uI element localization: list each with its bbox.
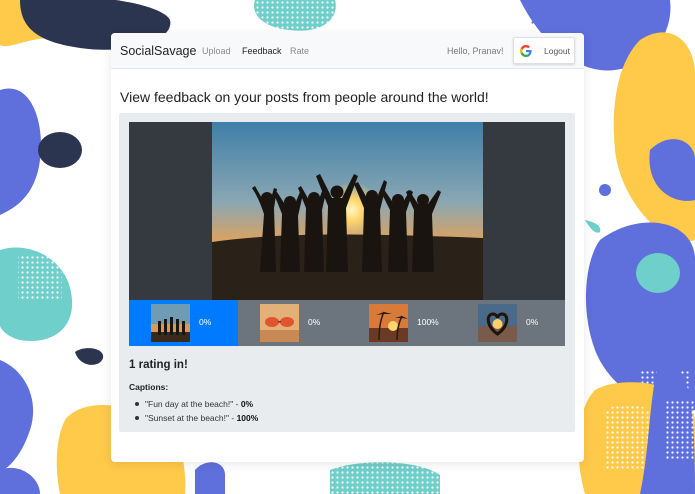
feedback-panel: 0% 0% 100% 0% 1 rating in! Captions: "Fu…	[119, 113, 575, 432]
brand-logo[interactable]: SocialSavage	[120, 44, 196, 58]
rating-count: 1 rating in!	[129, 359, 188, 371]
caption-item: "Sunset at the beach!" - 100%	[134, 413, 259, 427]
user-greeting: Hello, Pranav!	[447, 46, 504, 56]
caption-item: "Fun day at the beach!" - 0%	[134, 399, 258, 413]
thumbnail-percent: 0%	[199, 317, 212, 327]
thumbnail-item[interactable]: 0%	[456, 300, 565, 346]
thumbnail-image	[369, 304, 408, 342]
nav-link-rate[interactable]: Rate	[290, 46, 309, 56]
logout-label: Logout	[544, 46, 570, 56]
logout-button[interactable]: Logout	[513, 37, 575, 64]
thumbnail-item[interactable]: 100%	[347, 300, 456, 346]
thumbnail-percent: 0%	[308, 317, 321, 327]
thumbnail-percent: 100%	[417, 317, 439, 327]
main-card: SocialSavage Upload Feedback Rate Hello,…	[111, 33, 584, 462]
google-g-icon	[520, 45, 532, 57]
captions-title: Captions:	[129, 382, 169, 392]
thumbnail-image	[478, 304, 517, 342]
image-viewer	[129, 122, 565, 300]
caption-text: "Sunset at the beach!" -	[145, 413, 237, 423]
thumbnail-item[interactable]: 0%	[129, 300, 238, 346]
caption-percent: 0%	[240, 399, 254, 409]
caption-text: "Fun day at the beach!" -	[145, 399, 241, 409]
page-heading: View feedback on your posts from people …	[120, 89, 489, 105]
thumbnail-image	[260, 304, 299, 342]
nav-link-upload[interactable]: Upload	[202, 46, 231, 56]
caption-percent: 100%	[236, 413, 259, 423]
thumbnail-image	[151, 304, 190, 342]
nav-link-feedback[interactable]: Feedback	[242, 46, 282, 56]
caption-list: "Fun day at the beach!" - 0% "Sunset at …	[134, 399, 259, 427]
thumbnail-strip: 0% 0% 100% 0%	[129, 300, 565, 346]
main-photo	[212, 122, 483, 300]
thumbnail-percent: 0%	[526, 317, 539, 327]
thumbnail-item[interactable]: 0%	[238, 300, 347, 346]
navbar: SocialSavage Upload Feedback Rate Hello,…	[111, 33, 584, 69]
